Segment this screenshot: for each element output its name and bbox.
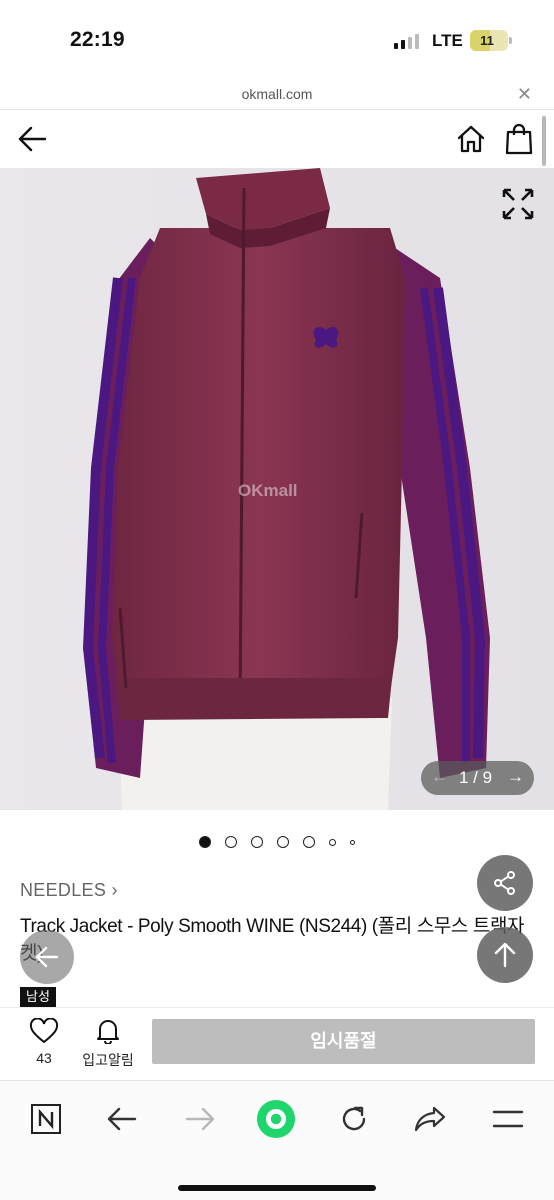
chevron-right-icon: ›: [111, 880, 118, 900]
gallery-dot[interactable]: [225, 836, 237, 848]
signal-icon: [394, 34, 419, 49]
heart-icon: [29, 1017, 59, 1044]
battery-icon: 11: [470, 30, 508, 51]
brand-link[interactable]: NEEDLES ›: [20, 880, 118, 901]
like-button[interactable]: 43: [22, 1017, 66, 1066]
forward-icon[interactable]: [180, 1099, 220, 1139]
status-bar: 22:19 LTE 11: [0, 0, 554, 80]
reload-icon[interactable]: [334, 1099, 374, 1139]
prev-image-icon[interactable]: ←: [431, 767, 448, 787]
next-image-icon[interactable]: →: [507, 767, 524, 787]
naver-n-icon[interactable]: [26, 1099, 66, 1139]
gallery-dot[interactable]: [199, 836, 211, 848]
url-text[interactable]: okmall.com: [0, 86, 554, 102]
like-count: 43: [36, 1050, 52, 1066]
browser-toolbar: [0, 1080, 554, 1200]
brand-name: NEEDLES: [20, 880, 107, 900]
network-label: LTE: [432, 31, 463, 50]
battery-level: 11: [480, 33, 494, 48]
home-icon[interactable]: [453, 121, 489, 157]
home-circle-icon[interactable]: [256, 1099, 296, 1139]
gallery-dot[interactable]: [350, 839, 355, 845]
shopping-bag-icon[interactable]: [501, 121, 537, 157]
watermark-text: OKmall: [238, 481, 298, 500]
back-arrow-icon[interactable]: [14, 121, 50, 157]
gallery-dot[interactable]: [329, 838, 336, 846]
page-header: [0, 111, 554, 168]
arrow-up-icon: [494, 942, 516, 968]
restock-alert-button[interactable]: 입고알림: [76, 1018, 140, 1070]
share-nodes-icon: [494, 871, 515, 895]
home-indicator[interactable]: [178, 1185, 376, 1191]
gender-badge: 남성: [20, 987, 56, 1007]
restock-alert-label: 입고알림: [82, 1052, 134, 1068]
menu-icon[interactable]: [488, 1099, 528, 1139]
soldout-button[interactable]: 임시품절: [152, 1019, 535, 1064]
close-icon[interactable]: ✕: [517, 84, 532, 105]
share-icon[interactable]: [410, 1099, 450, 1139]
share-fab[interactable]: [477, 855, 533, 911]
back-icon[interactable]: [102, 1099, 142, 1139]
scroll-top-fab[interactable]: [477, 927, 533, 983]
bell-icon: [97, 1020, 119, 1045]
gallery-dot[interactable]: [303, 836, 315, 848]
product-image[interactable]: OKmall: [0, 168, 554, 810]
arrow-left-icon: [35, 946, 59, 968]
gallery-dot[interactable]: [277, 836, 289, 848]
gallery-dot[interactable]: [251, 836, 263, 848]
product-title: Track Jacket - Poly Smooth WINE (NS244) …: [20, 916, 525, 964]
expand-icon[interactable]: [500, 186, 536, 222]
scrollbar[interactable]: [542, 116, 546, 166]
url-bar[interactable]: okmall.com ✕: [0, 80, 554, 110]
image-counter[interactable]: ← 1 / 9 →: [421, 761, 534, 795]
action-bar: 43 입고알림 임시품절: [0, 1007, 554, 1071]
gallery-dots: [0, 836, 554, 848]
image-counter-text: 1 / 9: [459, 768, 493, 787]
prev-fab[interactable]: [20, 930, 74, 984]
status-time: 22:19: [70, 28, 125, 51]
